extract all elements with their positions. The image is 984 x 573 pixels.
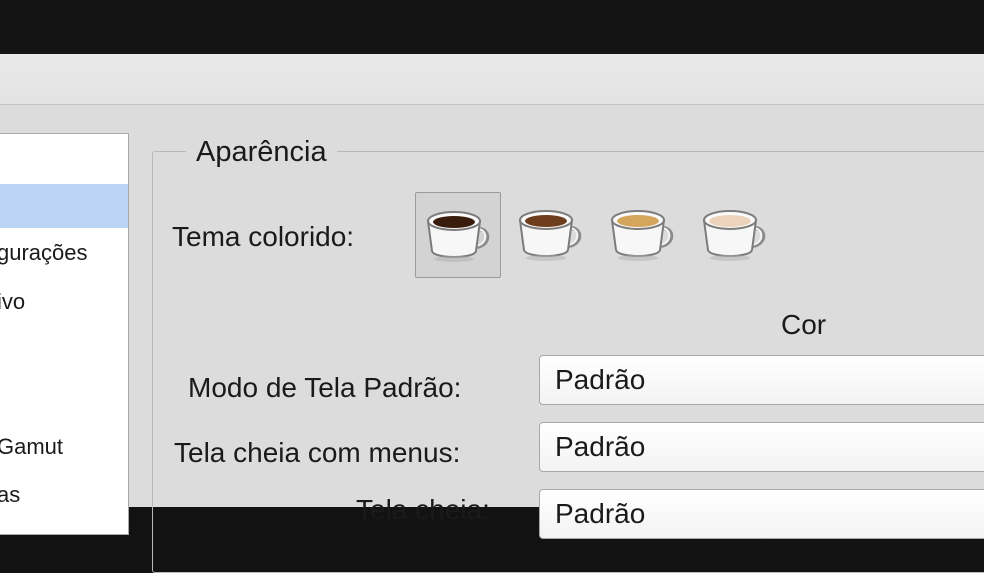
- sidebar-item-selected[interactable]: [0, 184, 128, 228]
- sidebar-item-as[interactable]: as: [0, 474, 128, 518]
- fullscreen-menus-value: Padrão: [555, 431, 646, 462]
- window-toolbar: [0, 54, 984, 105]
- fullscreen-select[interactable]: Padrão: [539, 489, 984, 539]
- color-theme-label: Tema colorido:: [172, 221, 355, 252]
- menu-bar: [0, 0, 984, 54]
- cup-icon-dark-coffee: [426, 211, 490, 262]
- sidebar-item-4[interactable]: [0, 330, 128, 374]
- cup-icon-cream: [702, 210, 766, 261]
- fullscreen-value: Padrão: [555, 498, 646, 529]
- color-column-header: Cor: [781, 309, 827, 340]
- default-screen-mode-label: Modo de Tela Padrão:: [188, 372, 462, 403]
- sidebar-item-label: gurações: [0, 240, 88, 265]
- sidebar-item-label: Gamut: [0, 434, 64, 459]
- preferences-window: gurações ivo Gamut as Aparência Tema col…: [0, 54, 984, 573]
- sidebar-item-label: as: [0, 482, 21, 507]
- sidebar-item-gamut[interactable]: Gamut: [0, 426, 128, 470]
- appearance-group-title: Aparência: [186, 136, 337, 169]
- default-screen-mode-select[interactable]: Padrão: [539, 355, 984, 405]
- fullscreen-menus-select[interactable]: Padrão: [539, 422, 984, 472]
- cup-icon-latte: [610, 210, 674, 261]
- sidebar-item-5[interactable]: [0, 379, 128, 423]
- theme-swatch-latte[interactable]: [600, 192, 684, 276]
- theme-swatch-cream[interactable]: [692, 192, 776, 276]
- sidebar-item-0[interactable]: [0, 134, 128, 178]
- fullscreen-label: Tela cheia:: [356, 494, 490, 525]
- theme-swatch-medium[interactable]: [508, 192, 592, 276]
- fullscreen-menus-label: Tela cheia com menus:: [174, 437, 461, 468]
- preferences-sidebar: gurações ivo Gamut as: [0, 133, 129, 535]
- theme-swatch-dark[interactable]: [415, 192, 501, 278]
- sidebar-item-configuracoes[interactable]: gurações: [0, 232, 128, 276]
- sidebar-item-label: ivo: [0, 289, 26, 314]
- default-screen-mode-value: Padrão: [555, 364, 646, 395]
- sidebar-item-arquivo[interactable]: ivo: [0, 281, 128, 325]
- cup-icon-medium-coffee: [518, 210, 582, 261]
